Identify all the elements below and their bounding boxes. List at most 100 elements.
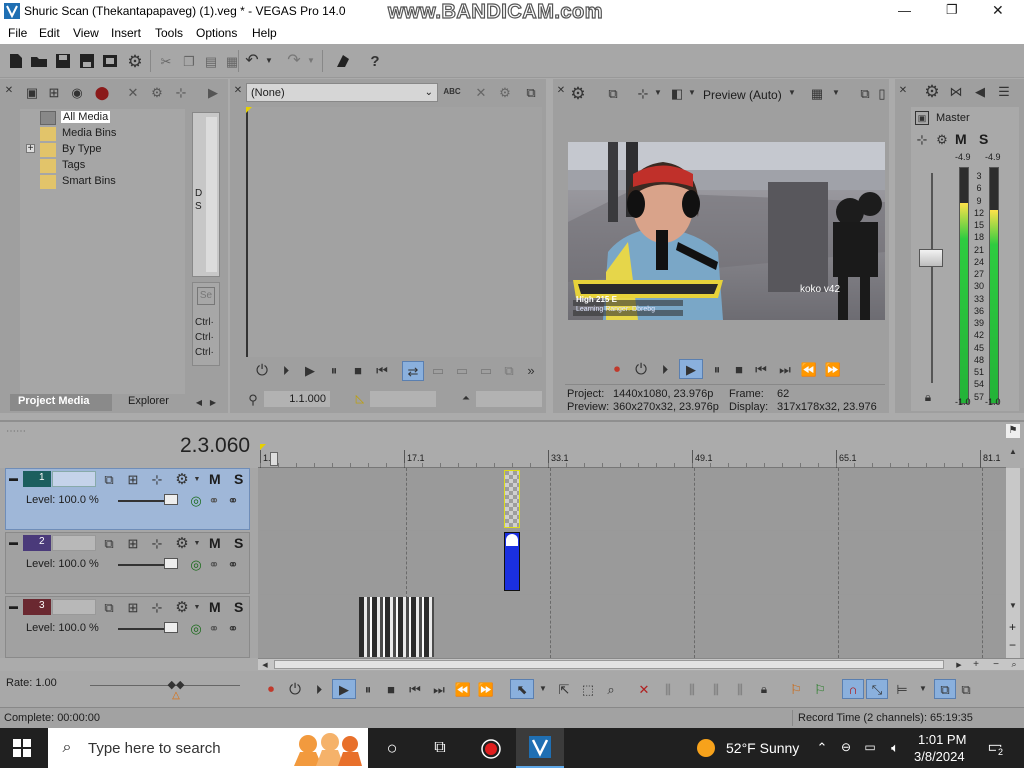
composite-mode-icon[interactable]: ◎ (189, 492, 203, 508)
track-fx-dropdown-icon[interactable]: ▼ (193, 475, 201, 483)
selection-length-field[interactable] (476, 391, 542, 407)
track-level-knob[interactable] (164, 558, 178, 569)
track-compositing-icon[interactable]: ⊞ (125, 535, 141, 551)
pan-icon[interactable]: ⊹ (915, 132, 929, 146)
normal-edit-tool-icon[interactable]: ⬉ (510, 679, 534, 699)
remove-media-icon[interactable]: ✕ (125, 84, 141, 100)
tree-expander-icon[interactable]: + (26, 144, 35, 154)
track-level-knob[interactable] (164, 494, 178, 505)
stop-icon[interactable]: ■ (350, 362, 366, 378)
envelope-tool-icon[interactable]: ⇱ (556, 681, 572, 697)
add-to-timeline-icon[interactable]: ⇄ (402, 361, 424, 381)
lock-envelopes-icon[interactable]: ⧉ (934, 679, 956, 699)
track-level-knob[interactable] (164, 622, 178, 633)
undo-dropdown-icon[interactable]: ▼ (264, 55, 274, 67)
track-fx-icon[interactable]: ⚙ (173, 470, 191, 488)
more-icon[interactable]: » (523, 362, 539, 378)
preview-quality-dropdown-icon[interactable]: ▼ (687, 88, 697, 98)
track-motion-icon[interactable]: ⧉ (101, 471, 117, 487)
trimmer-media-dropdown[interactable]: (None) ⌄ (246, 83, 438, 102)
zoom-tool-icon[interactable]: ⌕ (1008, 659, 1020, 670)
timeline-vscroll[interactable]: ▲ ▼ + − (1006, 448, 1020, 658)
project-props-icon[interactable]: ⧉ (604, 84, 622, 102)
track-motion-icon[interactable]: ⧉ (101, 599, 117, 615)
lock-icon[interactable]: 🔒︎ (921, 389, 935, 405)
media-fx-icon[interactable]: ⚙ (149, 84, 165, 100)
redo-icon[interactable]: ↷ (285, 52, 303, 70)
track-solo-button[interactable]: S (234, 535, 243, 551)
track-automation-icon[interactable]: ⚭ (226, 492, 240, 508)
collapse-icon[interactable]: ▬ (9, 473, 18, 483)
hzoom-out-icon[interactable]: − (990, 659, 1002, 670)
volume-muted-icon[interactable]: 🔈︎ (886, 739, 904, 755)
mixer-gear-icon[interactable]: ⚙ (923, 82, 941, 100)
play-icon[interactable]: ▶ (302, 362, 318, 378)
tray-app-icon[interactable]: ⊖ (838, 739, 854, 755)
trimmer-options-icon[interactable]: ⧉ (523, 84, 539, 100)
clock-time[interactable]: 1:01 PM (918, 732, 966, 747)
ignore-grouping-icon[interactable]: ⧉ (958, 681, 974, 697)
track-parent-icon[interactable]: ⊹ (149, 535, 165, 551)
master-fader-knob[interactable] (919, 249, 943, 267)
track-automation-icon[interactable]: ⚭ (226, 620, 240, 636)
play-from-start-icon[interactable]: ⏵ (278, 362, 294, 378)
go-to-end-icon[interactable]: ⏭ (431, 681, 447, 697)
clear-icon[interactable]: ✕ (473, 84, 489, 100)
track-compositing-icon[interactable]: ⊞ (125, 599, 141, 615)
track-header-1[interactable]: ▬ 1 ⧉ ⊞ ⊹ ⚙ ▼ M S Level: 100.0 % ◎ ⚭ ⚭ (5, 468, 250, 530)
network-icon[interactable]: ▭ (862, 739, 878, 755)
marker-flag-icon[interactable]: ⚑ (1006, 424, 1020, 438)
redo-dropdown-icon[interactable]: ▼ (306, 55, 316, 67)
overlay-grid-icon[interactable]: ▦ (809, 84, 825, 102)
mixer-options-icon[interactable]: ☰ (995, 82, 1013, 100)
go-to-start-icon[interactable]: ⏮ (753, 361, 769, 377)
preview-fx-gear-icon[interactable]: ⚙ (569, 84, 587, 102)
cut-icon[interactable]: ✂ (158, 53, 174, 69)
minimize-button[interactable]: — (898, 3, 911, 18)
open-folder-icon[interactable] (30, 53, 48, 69)
pause-icon[interactable]: ⏸ (360, 681, 376, 697)
clock-date[interactable]: 3/8/2024 (914, 749, 965, 764)
copy-icon[interactable]: ❐ (181, 53, 197, 69)
pause-icon[interactable]: ⏸ (326, 362, 342, 378)
make-compositing-child-icon[interactable]: ⚭ (207, 492, 221, 508)
overlay-dropdown-icon[interactable]: ▼ (831, 88, 841, 98)
tab-scroll-left-icon[interactable]: ◀ (194, 397, 204, 409)
maximize-button[interactable]: ❐ (946, 2, 958, 18)
web-media-icon[interactable]: ⬤ (94, 84, 110, 100)
track-mute-button[interactable]: M (209, 471, 221, 487)
snapping-icon[interactable]: ∩ (842, 679, 864, 699)
windows-start-icon[interactable] (12, 738, 32, 758)
track-automation-icon[interactable]: ⚭ (226, 556, 240, 572)
save-as-icon[interactable] (79, 53, 95, 69)
bandicam-taskbar-icon[interactable] (480, 738, 502, 760)
overwrite-icon[interactable]: ⧉ (501, 362, 517, 378)
record-icon[interactable]: ⏺ (264, 681, 278, 697)
paste-icon[interactable]: ▤ (203, 53, 219, 69)
track-parent-icon[interactable]: ⊹ (149, 599, 165, 615)
menu-tools[interactable]: Tools (155, 26, 183, 40)
hzoom-in-icon[interactable]: + (970, 659, 982, 670)
clip-fade-handle[interactable] (506, 534, 518, 546)
split-dropdown-icon[interactable]: ▼ (653, 88, 663, 98)
play-from-start-icon[interactable]: ⏵ (311, 681, 327, 697)
play-icon[interactable]: ▶ (332, 679, 356, 699)
prev-frame-icon[interactable]: ⏮ (374, 362, 390, 378)
track-mute-button[interactable]: M (209, 535, 221, 551)
selection-start-field[interactable] (370, 391, 436, 407)
track-lane[interactable] (260, 532, 1005, 595)
selection-tool-icon[interactable]: ⬚ (580, 681, 596, 697)
tab-explorer[interactable]: Explorer (116, 394, 188, 411)
weather-text[interactable]: 52°F Sunny (726, 740, 799, 756)
edit-tool-dropdown-icon[interactable]: ▼ (538, 684, 548, 694)
zoom-in-button[interactable]: + (1009, 620, 1016, 634)
menu-options[interactable]: Options (196, 26, 237, 40)
dim-icon[interactable]: ◀ (971, 82, 989, 100)
insert-after-icon[interactable]: ▭ (454, 362, 470, 378)
auto-crossfade-icon[interactable]: ⤡ (866, 679, 888, 699)
zoom-tool-icon[interactable]: ⌕ (603, 681, 619, 697)
track-solo-button[interactable]: S (234, 599, 243, 615)
preview-quality-caret-icon[interactable]: ▼ (787, 88, 797, 98)
menu-file[interactable]: File (8, 26, 27, 40)
stop-icon[interactable]: ■ (731, 361, 747, 377)
